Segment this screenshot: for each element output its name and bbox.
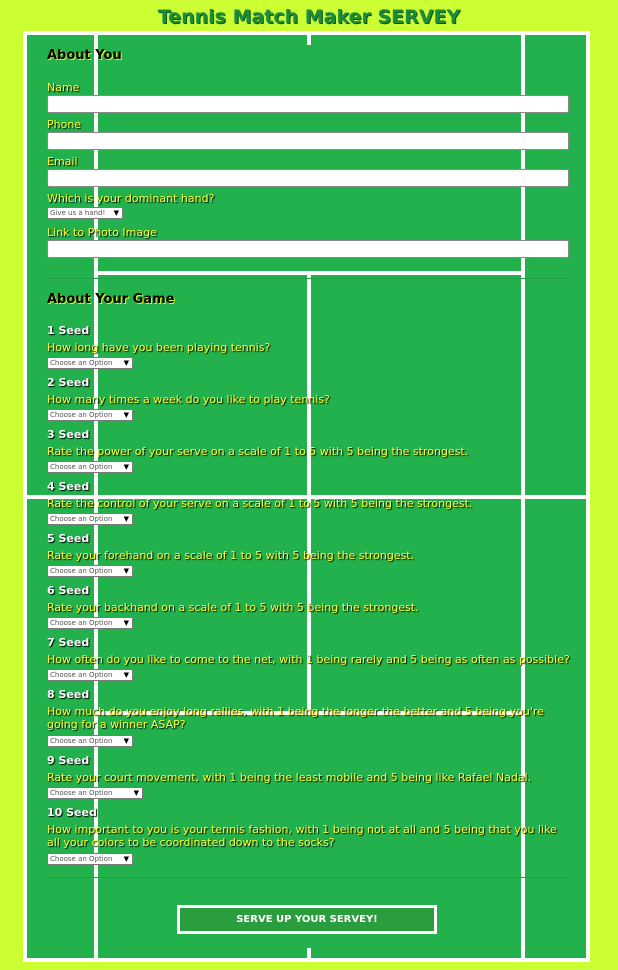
select-value: Choose an Option — [50, 671, 113, 679]
submit-button[interactable]: SERVE UP YOUR SERVEY! — [177, 905, 437, 934]
phone-label: Phone — [47, 118, 82, 131]
select-value: Choose an Option — [50, 515, 113, 523]
select-value: Choose an Option — [50, 619, 113, 627]
photo-link-field[interactable] — [47, 240, 569, 258]
question-select[interactable]: Choose an Option ▼ — [47, 853, 133, 865]
seed-label: 7 Seed — [47, 636, 90, 649]
email-label: Email — [47, 155, 78, 168]
seed-label: 3 Seed — [47, 428, 90, 441]
question-select[interactable]: Choose an Option ▼ — [47, 409, 133, 421]
dominant-hand-label: Which is your dominant hand? — [47, 192, 215, 205]
question-text: How often do you like to come to the net… — [47, 653, 570, 666]
chevron-down-icon: ▼ — [123, 567, 129, 575]
question-select[interactable]: Choose an Option ▼ — [47, 513, 133, 525]
seed-label: 5 Seed — [47, 532, 90, 545]
survey-form: About You Name Phone Email Which is your… — [23, 31, 590, 962]
seed-label: 8 Seed — [47, 688, 90, 701]
chevron-down-icon: ▼ — [123, 855, 129, 863]
chevron-down-icon: ▼ — [123, 411, 129, 419]
section-divider — [47, 278, 569, 279]
chevron-down-icon: ▼ — [123, 619, 129, 627]
select-value: Choose an Option — [50, 737, 113, 745]
question-text: How much do you enjoy long rallies, with… — [47, 705, 544, 731]
question-select[interactable]: Choose an Option ▼ — [47, 617, 133, 629]
question-text: Rate your forehand on a scale of 1 to 5 … — [47, 549, 415, 562]
name-field[interactable] — [47, 95, 569, 113]
email-field[interactable] — [47, 169, 569, 187]
question-select[interactable]: Choose an Option ▼ — [47, 357, 133, 369]
select-value: Choose an Option — [50, 411, 113, 419]
chevron-down-icon: ▼ — [113, 209, 119, 217]
seed-label: 4 Seed — [47, 480, 90, 493]
seed-label: 1 Seed — [47, 324, 90, 337]
chevron-down-icon: ▼ — [123, 463, 129, 471]
seed-label: 2 Seed — [47, 376, 90, 389]
dominant-hand-select[interactable]: Give us a hand! ▼ — [47, 207, 123, 219]
photo-link-label: Link to Photo Image — [47, 226, 157, 239]
question-text: Rate the power of your serve on a scale … — [47, 445, 469, 458]
select-value: Choose an Option — [50, 463, 113, 471]
select-value: Choose an Option — [50, 567, 113, 575]
select-value: Choose an Option — [50, 855, 113, 863]
question-text: How long have you been playing tennis? — [47, 341, 271, 354]
seed-label: 9 Seed — [47, 754, 90, 767]
about-you-heading: About You — [47, 48, 122, 63]
question-select[interactable]: Choose an Option ▼ — [47, 735, 133, 747]
chevron-down-icon: ▼ — [123, 359, 129, 367]
page-title: Tennis Match Maker SERVEY — [157, 6, 461, 28]
seed-label: 10 Seed — [47, 806, 97, 819]
question-select[interactable]: Choose an Option ▼ — [47, 565, 133, 577]
chevron-down-icon: ▼ — [123, 515, 129, 523]
question-select[interactable]: Choose an Option ▼ — [47, 461, 133, 473]
select-value: Choose an Option — [50, 789, 113, 797]
question-text: Rate your backhand on a scale of 1 to 5 … — [47, 601, 419, 614]
select-value: Choose an Option — [50, 359, 113, 367]
question-text: How many times a week do you like to pla… — [47, 393, 330, 406]
about-game-heading: About Your Game — [47, 292, 175, 307]
chevron-down-icon: ▼ — [123, 737, 129, 745]
question-text: How important to you is your tennis fash… — [47, 823, 557, 849]
chevron-down-icon: ▼ — [123, 671, 129, 679]
question-text: Rate the control of your serve on a scal… — [47, 497, 473, 510]
phone-field[interactable] — [47, 132, 569, 150]
question-text: Rate your court movement, with 1 being t… — [47, 771, 532, 784]
section-divider — [47, 877, 569, 878]
chevron-down-icon: ▼ — [133, 789, 139, 797]
dominant-hand-value: Give us a hand! — [50, 209, 106, 217]
seed-label: 6 Seed — [47, 584, 90, 597]
question-select[interactable]: Choose an Option ▼ — [47, 669, 133, 681]
question-select[interactable]: Choose an Option ▼ — [47, 787, 143, 799]
name-label: Name — [47, 81, 80, 94]
